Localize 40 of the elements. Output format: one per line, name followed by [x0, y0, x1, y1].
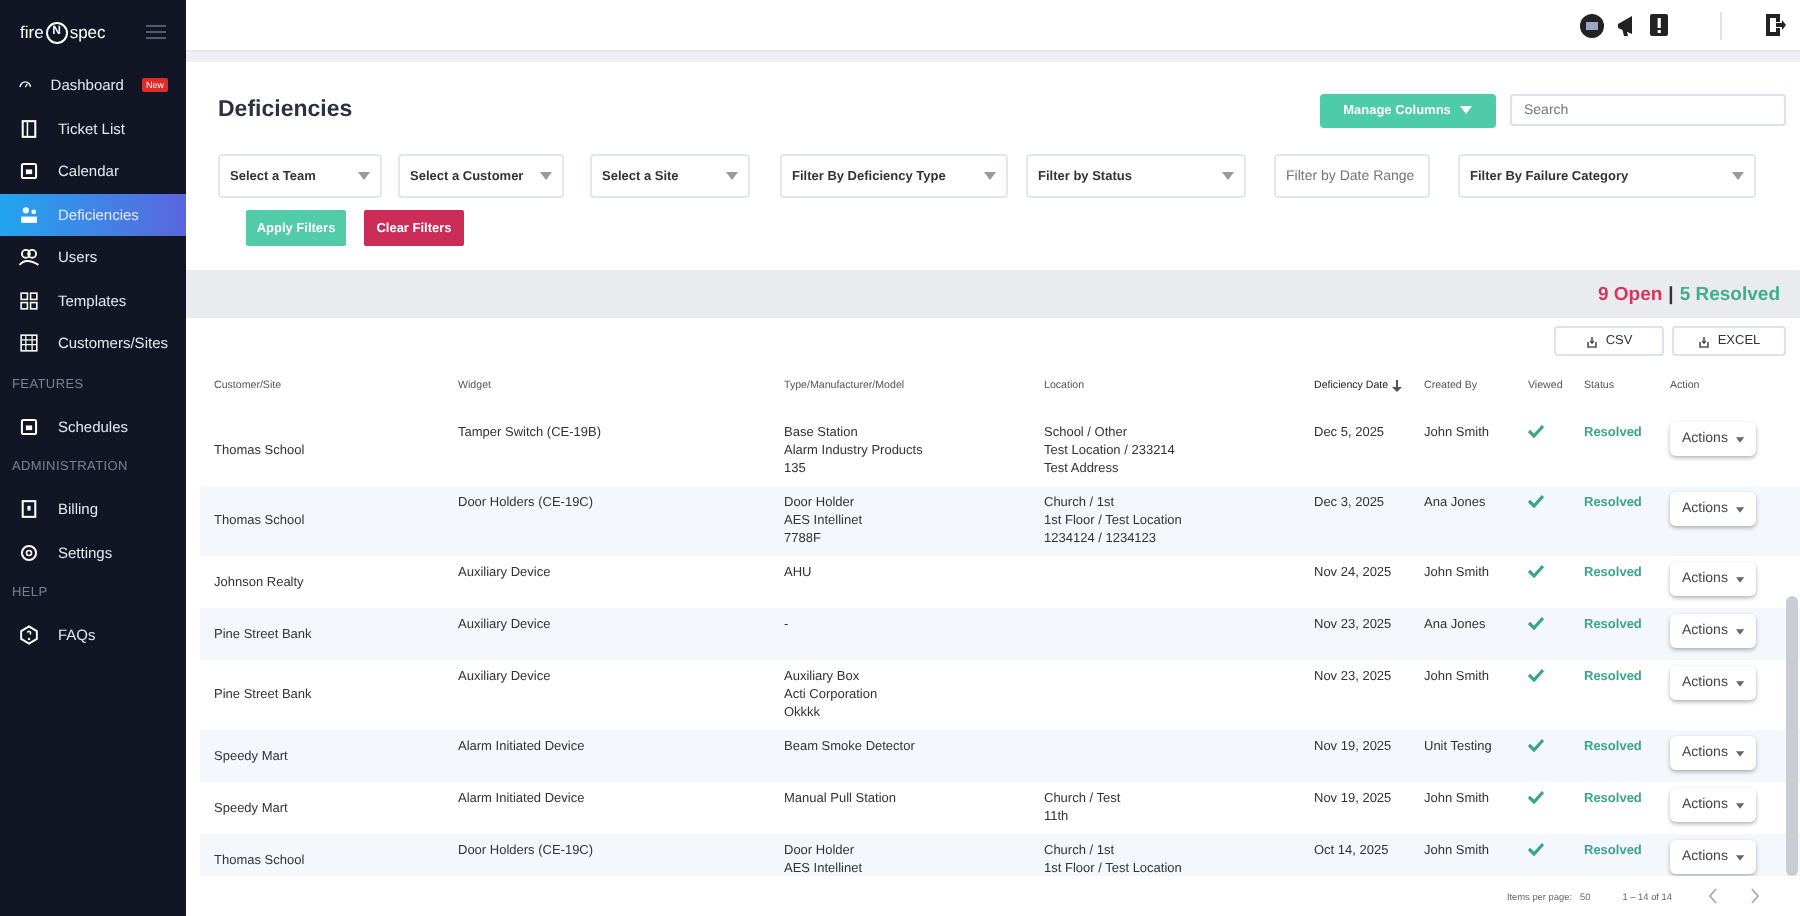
caret-icon — [358, 172, 370, 180]
caret-icon — [1732, 172, 1744, 180]
logout-icon[interactable] — [1766, 14, 1786, 36]
caret-icon — [1735, 749, 1744, 757]
calendar-icon — [18, 415, 40, 438]
people-icon — [18, 203, 40, 226]
building-icon — [18, 332, 40, 355]
separator: | — [1668, 283, 1674, 305]
sort-arrow-icon — [1392, 380, 1403, 392]
caret-icon — [1735, 801, 1744, 809]
avatar-icon[interactable] — [1580, 13, 1604, 37]
users-icon — [18, 246, 40, 269]
caret-icon — [726, 172, 738, 180]
caret-icon — [1735, 575, 1744, 583]
caret-icon — [1735, 853, 1744, 861]
caret-icon — [1735, 627, 1744, 635]
panel-icon — [18, 117, 40, 140]
calendar-icon — [18, 160, 40, 183]
megaphone-icon[interactable] — [1616, 14, 1638, 36]
caret-icon — [1735, 435, 1744, 443]
document-icon — [18, 498, 40, 521]
caret-icon — [1735, 679, 1744, 687]
caret-icon — [540, 172, 552, 180]
help-icon — [18, 624, 40, 647]
scrollbar[interactable] — [1786, 596, 1798, 876]
open-count: 9 Open — [1597, 283, 1663, 305]
download-icon — [1585, 335, 1598, 347]
menu-icon[interactable] — [146, 24, 166, 40]
caret-icon — [984, 172, 996, 180]
caret-icon — [1735, 505, 1744, 513]
alert-icon[interactable] — [1650, 14, 1668, 36]
caret-icon — [1460, 106, 1473, 114]
settings-icon — [18, 541, 40, 564]
download-icon — [1697, 335, 1710, 347]
logo-text: spec — [69, 22, 106, 42]
grid-icon — [18, 289, 40, 312]
page-title: Deficiencies — [218, 98, 353, 122]
resolved-count: 5 Resolved — [1679, 283, 1780, 305]
logo-text: fire — [20, 22, 44, 42]
caret-icon — [1222, 172, 1234, 180]
